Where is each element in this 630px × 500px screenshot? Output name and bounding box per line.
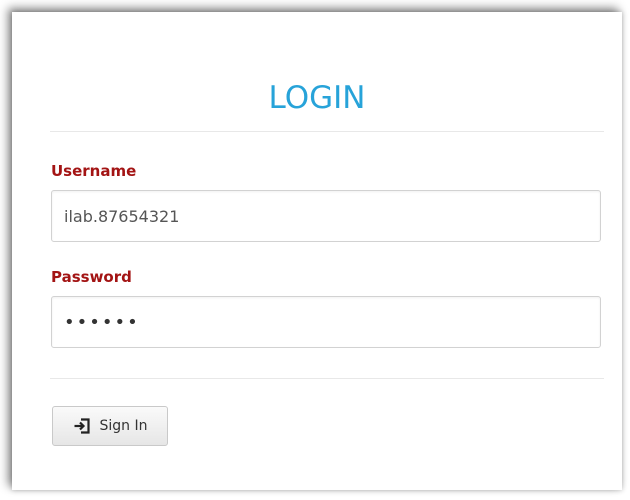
username-input[interactable] [51,190,601,242]
divider-top [50,131,604,132]
divider-bottom [50,378,604,379]
password-input[interactable] [51,296,601,348]
sign-in-label: Sign In [99,418,148,434]
username-label: Username [51,162,137,180]
login-title: LOGIN [268,80,366,116]
password-label: Password [51,268,132,286]
sign-in-button[interactable]: Sign In [52,406,168,446]
sign-in-icon [73,417,91,435]
login-panel: LOGIN Username Password Sign In [12,12,622,490]
login-page: LOGIN Username Password Sign In [0,0,630,500]
